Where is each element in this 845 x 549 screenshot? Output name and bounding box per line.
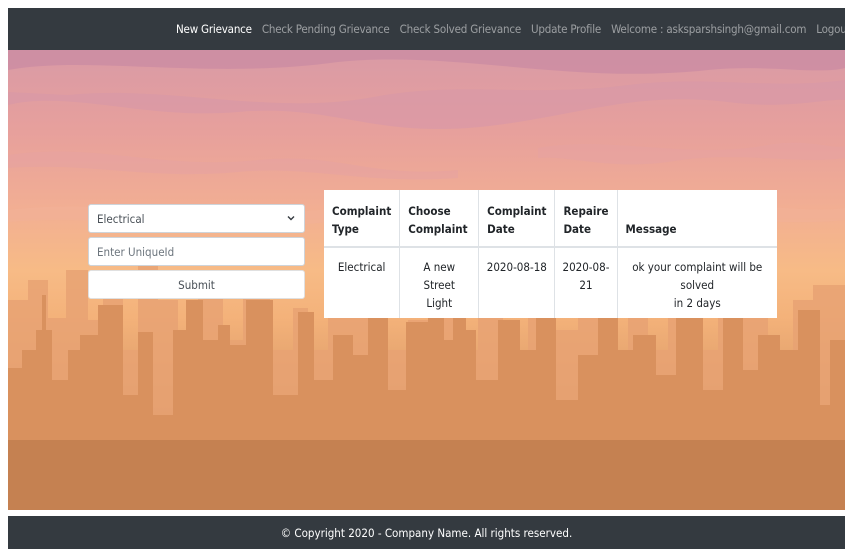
cell-complaint-type: Electrical <box>324 247 401 318</box>
nav-check-pending-grievance[interactable]: Check Pending Grievance <box>262 22 390 36</box>
nav-logout[interactable]: Logout <box>816 22 845 36</box>
complaint-type-select[interactable]: Electrical <box>88 204 305 233</box>
table-row: Electrical A new Street Light 2020-08-18 … <box>324 247 777 318</box>
cell-complaint-date: 2020-08-18 <box>478 247 556 318</box>
nav-welcome-user: Welcome : asksparshsingh@gmail.com <box>611 22 807 36</box>
submit-button[interactable]: Submit <box>88 270 305 299</box>
top-navbar: New Grievance Check Pending Grievance Ch… <box>8 8 845 50</box>
header-choose-complaint: Choose Complaint <box>399 190 480 248</box>
cell-repair-date: 2020-08- 21 <box>554 247 618 318</box>
uniqueid-input[interactable]: Enter UniqueId <box>88 237 305 266</box>
grievance-search-form: Electrical Enter UniqueId Submit <box>88 204 305 299</box>
copyright-text: © Copyright 2020 - Company Name. All rig… <box>280 525 573 540</box>
header-complaint-type: Complaint Type <box>324 190 401 248</box>
nav-new-grievance[interactable]: New Grievance <box>176 22 252 36</box>
complaint-table: Complaint Type Choose Complaint Complaint D… <box>324 190 777 318</box>
cell-message: ok your complaint will be solved in 2 day… <box>632 260 763 310</box>
nav-check-solved-grievance[interactable]: Check Solved Grievance <box>400 22 522 36</box>
header-complaint-date: Complaint Date <box>478 190 556 248</box>
page-footer: © Copyright 2020 - Company Name. All rig… <box>8 516 845 549</box>
complaint-type-select-value: Electrical <box>97 211 145 226</box>
header-message: Message <box>617 190 777 248</box>
header-repair-date: Repaire Date <box>554 190 618 248</box>
nav-update-profile[interactable]: Update Profile <box>531 22 601 36</box>
uniqueid-input-placeholder: Enter UniqueId <box>97 244 175 259</box>
chevron-down-icon <box>287 216 295 221</box>
cell-complaint: A new Street Light <box>399 247 480 318</box>
table-header-row: Complaint Type Choose Complaint Complaint D… <box>324 190 777 248</box>
